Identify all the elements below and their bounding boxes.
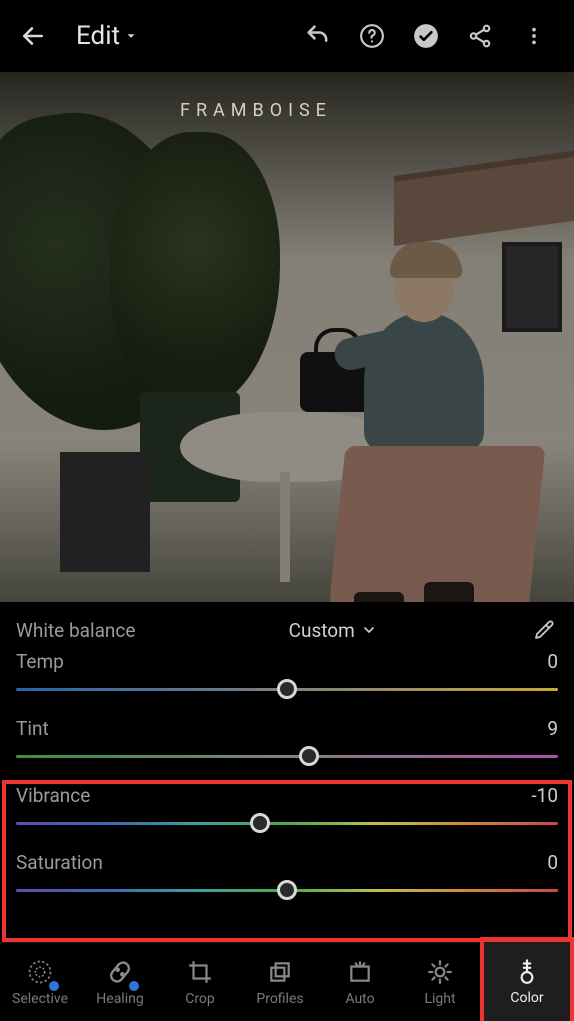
top-bar: Edit [0,0,574,72]
photo-preview[interactable]: FRAMBOISE [0,72,574,602]
tab-label: Crop [185,991,215,1007]
tab-label: Color [510,990,543,1006]
selective-icon [25,957,55,987]
overflow-menu-button[interactable] [512,14,556,58]
vibrance-row: Vibrance -10 [16,784,558,807]
white-balance-label: White balance [16,619,135,642]
photo-sign-text: FRAMBOISE [180,100,332,121]
tint-slider[interactable] [16,746,558,766]
color-panel: White balance Custom Temp 0 Tint 9 Vibra… [0,602,574,918]
eyedropper-icon [532,618,556,642]
more-vertical-icon [523,25,545,47]
tint-row: Tint 9 [16,717,558,740]
tab-color[interactable]: Color [480,937,574,1021]
white-balance-row: White balance Custom [16,616,558,644]
caret-down-icon [124,29,138,43]
help-button[interactable] [350,14,394,58]
color-icon [512,956,542,986]
slider-thumb[interactable] [299,746,319,766]
temp-value: 0 [547,650,558,673]
profiles-icon [265,957,295,987]
chevron-down-icon [361,622,377,638]
temp-label: Temp [16,650,64,673]
vibrance-label: Vibrance [16,784,90,807]
eyedropper-button[interactable] [530,616,558,644]
tint-value: 9 [547,717,558,740]
saturation-value: 0 [547,851,558,874]
auto-icon [345,957,375,987]
temp-slider[interactable] [16,679,558,699]
saturation-slider[interactable] [16,880,558,900]
crop-icon [185,957,215,987]
arrow-left-icon [20,23,46,49]
tab-profiles[interactable]: Profiles [240,943,320,1020]
check-circle-icon [413,23,439,49]
tab-label: Healing [96,991,143,1007]
tab-auto[interactable]: Auto [320,943,400,1020]
mode-dropdown[interactable]: Edit [76,21,138,51]
tab-label: Light [424,991,455,1007]
tab-label: Auto [345,991,374,1007]
white-balance-value: Custom [289,619,355,642]
undo-button[interactable] [296,14,340,58]
temp-row: Temp 0 [16,650,558,673]
saturation-label: Saturation [16,851,103,874]
back-button[interactable] [18,21,48,51]
tint-label: Tint [16,717,49,740]
tab-selective[interactable]: Selective [0,943,80,1020]
tab-light[interactable]: Light [400,943,480,1020]
light-icon [425,957,455,987]
help-icon [359,23,385,49]
tab-crop[interactable]: Crop [160,943,240,1020]
mode-title: Edit [76,21,120,51]
bottom-toolbar: Selective Healing Crop Profiles Auto Lig… [0,942,574,1020]
vibrance-slider[interactable] [16,813,558,833]
healing-icon [105,957,135,987]
vibrance-track [16,822,558,825]
undo-icon [304,22,332,50]
tab-label: Profiles [256,991,303,1007]
approve-button[interactable] [404,14,448,58]
share-icon [467,23,493,49]
vibrance-value: -10 [531,784,558,807]
tab-label: Selective [12,991,68,1007]
slider-thumb[interactable] [277,880,297,900]
saturation-row: Saturation 0 [16,851,558,874]
white-balance-dropdown[interactable]: Custom [289,619,377,642]
share-button[interactable] [458,14,502,58]
slider-thumb[interactable] [277,679,297,699]
tab-healing[interactable]: Healing [80,943,160,1020]
slider-thumb[interactable] [250,813,270,833]
tint-track [16,755,558,758]
